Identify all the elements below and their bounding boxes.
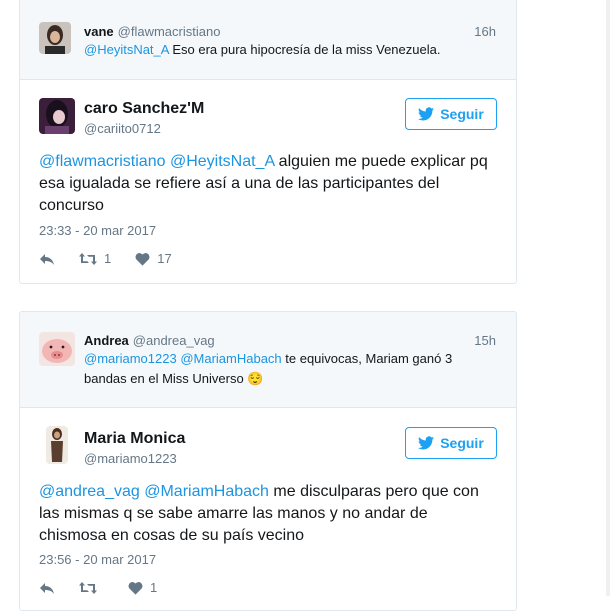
- mention-link[interactable]: @andrea_vag: [39, 483, 140, 500]
- mention-link[interactable]: @MariamHabach: [180, 351, 281, 366]
- twitter-bird-icon: [418, 436, 435, 450]
- tweet-date[interactable]: 23:56 - 20 mar 2017: [39, 552, 156, 567]
- follow-label: Seguir: [440, 106, 484, 122]
- retweet-icon: [79, 581, 97, 594]
- mention-link[interactable]: @mariamo1223: [84, 351, 177, 366]
- tweet-actions: 1 17: [39, 251, 196, 266]
- relieved-emoji: 😌: [247, 371, 264, 386]
- heart-icon: [135, 252, 150, 266]
- mention-link[interactable]: @MariamHabach: [144, 483, 269, 500]
- follow-button[interactable]: Seguir: [405, 98, 497, 130]
- like-button[interactable]: 17: [135, 251, 172, 266]
- reply-icon: [40, 582, 54, 594]
- avatar[interactable]: [39, 332, 75, 366]
- reply-body: Eso era pura hipocresía de la miss Venez…: [168, 42, 441, 57]
- retweet-icon: [79, 252, 97, 265]
- heart-icon: [128, 581, 143, 595]
- author-name[interactable]: Maria Monica: [84, 430, 185, 448]
- author-name[interactable]: vane: [84, 24, 114, 39]
- tweet-card: Andrea @andrea_vag 15h @mariamo1223 @Mari…: [19, 311, 517, 611]
- mention-link[interactable]: @HeyitsNat_A: [170, 153, 274, 170]
- avatar[interactable]: [39, 98, 75, 134]
- author-handle[interactable]: @mariamo1223: [84, 451, 177, 466]
- like-count: 1: [150, 580, 158, 595]
- reply-author[interactable]: Andrea @andrea_vag: [84, 333, 215, 348]
- reply-icon: [40, 253, 54, 265]
- tweet-actions: 1: [39, 580, 181, 595]
- tweet-date[interactable]: 23:33 - 20 mar 2017: [39, 223, 156, 238]
- like-count: 17: [157, 251, 172, 266]
- mention-link[interactable]: @flawmacristiano: [39, 153, 166, 170]
- author-handle[interactable]: @andrea_vag: [133, 333, 215, 348]
- follow-button[interactable]: Seguir: [405, 427, 497, 459]
- author-name[interactable]: Andrea: [84, 333, 129, 348]
- tweet-text: @andrea_vag @MariamHabach me disculparas…: [39, 481, 496, 547]
- follow-label: Seguir: [440, 435, 484, 451]
- reply-text: @mariamo1223 @MariamHabach te equivocas,…: [84, 349, 496, 389]
- retweet-count: 1: [104, 251, 112, 266]
- reply-button[interactable]: [39, 252, 55, 266]
- reply-context: vane @flawmacristiano 16h @HeyitsNat_A Es…: [20, 0, 516, 80]
- tweet-card: vane @flawmacristiano 16h @HeyitsNat_A Es…: [19, 0, 517, 284]
- tweet-text: @flawmacristiano @HeyitsNat_A alguien me…: [39, 151, 496, 217]
- reply-button[interactable]: [39, 581, 55, 595]
- author-name[interactable]: caro Sanchez'M: [84, 100, 204, 118]
- like-button[interactable]: 1: [128, 580, 157, 595]
- avatar[interactable]: [39, 22, 71, 54]
- avatar[interactable]: [46, 426, 68, 464]
- author-handle[interactable]: @cariito0712: [84, 121, 161, 136]
- scrollbar[interactable]: [606, 0, 610, 596]
- twitter-bird-icon: [418, 107, 435, 121]
- author-handle[interactable]: @flawmacristiano: [118, 24, 221, 39]
- mention-link[interactable]: @HeyitsNat_A: [84, 42, 169, 57]
- timestamp[interactable]: 15h: [474, 333, 496, 348]
- reply-text: @HeyitsNat_A Eso era pura hipocresía de …: [84, 40, 496, 60]
- retweet-button[interactable]: 1: [79, 251, 111, 266]
- timestamp[interactable]: 16h: [474, 24, 496, 39]
- retweet-button[interactable]: [79, 581, 104, 595]
- reply-author[interactable]: vane @flawmacristiano: [84, 24, 220, 39]
- reply-context: Andrea @andrea_vag 15h @mariamo1223 @Mari…: [20, 312, 516, 408]
